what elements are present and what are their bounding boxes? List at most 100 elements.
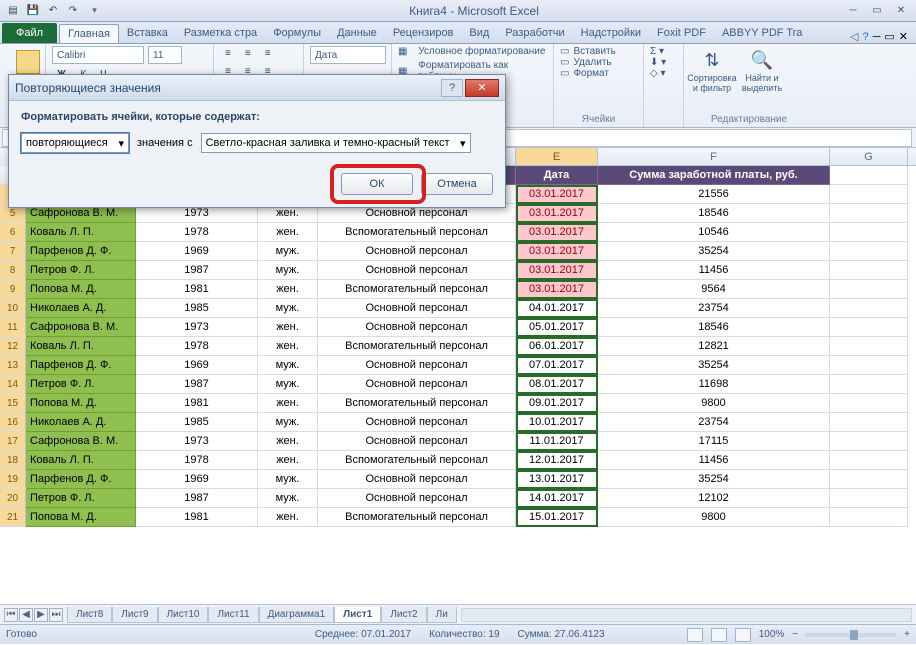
cell[interactable]: жен. (258, 394, 318, 413)
ribbon-tab[interactable]: ABBYY PDF Tra (714, 24, 811, 43)
cell[interactable] (830, 508, 908, 527)
cell[interactable]: 04.01.2017 (516, 299, 598, 318)
cell[interactable] (830, 451, 908, 470)
cell[interactable]: Попова М. Д. (26, 394, 136, 413)
sheet-tab[interactable]: Лист2 (381, 607, 426, 623)
cell[interactable]: жен. (258, 318, 318, 337)
cell[interactable]: 17115 (598, 432, 830, 451)
doc-close-icon[interactable]: ✕ (899, 30, 908, 43)
cell[interactable]: 35254 (598, 356, 830, 375)
cell[interactable]: Основной персонал (318, 299, 516, 318)
dialog-help-icon[interactable]: ? (441, 79, 463, 97)
sheet-nav-next-icon[interactable]: ▶ (34, 608, 48, 622)
cell[interactable]: жен. (258, 508, 318, 527)
align-bot-icon[interactable]: ≡ (260, 46, 276, 61)
cell[interactable] (830, 356, 908, 375)
cell[interactable]: Основной персонал (318, 356, 516, 375)
cell[interactable]: 18546 (598, 318, 830, 337)
cell[interactable]: 1981 (136, 394, 258, 413)
cell[interactable]: Николаев А. Д. (26, 413, 136, 432)
cell[interactable]: 1969 (136, 470, 258, 489)
dialog-format-select[interactable]: Светло-красная заливка и темно-красный т… (201, 133, 471, 153)
cell[interactable]: 06.01.2017 (516, 337, 598, 356)
cell[interactable]: 1973 (136, 432, 258, 451)
find-select-button[interactable]: 🔍 Найти ивыделить (740, 46, 784, 97)
delete-cells-button[interactable]: ▭ Удалить (560, 57, 637, 68)
cell[interactable]: 10546 (598, 223, 830, 242)
cell[interactable] (830, 375, 908, 394)
cell[interactable]: Основной персонал (318, 470, 516, 489)
cell[interactable]: Парфенов Д. Ф. (26, 470, 136, 489)
ribbon-expand-icon[interactable]: ◁ (850, 30, 858, 43)
cell[interactable]: 1985 (136, 299, 258, 318)
doc-restore-icon[interactable]: ▭ (884, 30, 894, 43)
cell[interactable]: 11.01.2017 (516, 432, 598, 451)
cell[interactable]: Основной персонал (318, 413, 516, 432)
row-header[interactable]: 11 (0, 318, 26, 337)
cell[interactable] (830, 318, 908, 337)
insert-cells-button[interactable]: ▭ Вставить (560, 46, 637, 57)
cell[interactable]: 21556 (598, 185, 830, 204)
table-header-cell[interactable]: Сумма заработной платы, руб. (598, 166, 830, 185)
cell[interactable]: Вспомогательный персонал (318, 280, 516, 299)
cell[interactable]: Вспомогательный персонал (318, 394, 516, 413)
ribbon-tab[interactable]: Вид (461, 24, 497, 43)
close-icon[interactable]: ✕ (890, 3, 912, 19)
number-format-combo[interactable]: Дата (310, 46, 386, 64)
cell[interactable]: 1978 (136, 337, 258, 356)
cell[interactable]: 1981 (136, 508, 258, 527)
page-break-view-icon[interactable] (735, 628, 751, 642)
row-header[interactable]: 6 (0, 223, 26, 242)
format-cells-button[interactable]: ▭ Формат (560, 68, 637, 79)
cell[interactable]: Петров Ф. Л. (26, 261, 136, 280)
cell[interactable]: 9800 (598, 394, 830, 413)
cell[interactable]: 05.01.2017 (516, 318, 598, 337)
sheet-tab[interactable]: Лист11 (208, 607, 258, 623)
cell[interactable]: 1969 (136, 356, 258, 375)
cell[interactable]: Основной персонал (318, 489, 516, 508)
align-mid-icon[interactable]: ≡ (240, 46, 256, 61)
cell[interactable] (830, 394, 908, 413)
cell[interactable]: 1985 (136, 413, 258, 432)
row-header[interactable]: 9 (0, 280, 26, 299)
cell[interactable]: Парфенов Д. Ф. (26, 356, 136, 375)
cell[interactable]: муж. (258, 413, 318, 432)
cell[interactable]: Парфенов Д. Ф. (26, 242, 136, 261)
restore-icon[interactable]: ▭ (866, 3, 888, 19)
sheet-tab[interactable]: Диаграмма1 (259, 607, 335, 623)
cell[interactable]: Вспомогательный персонал (318, 508, 516, 527)
table-header-cell[interactable]: Дата (516, 166, 598, 185)
cell[interactable] (830, 299, 908, 318)
cell[interactable]: Основной персонал (318, 242, 516, 261)
cell[interactable] (830, 489, 908, 508)
cell[interactable]: Вспомогательный персонал (318, 337, 516, 356)
cell[interactable]: Вспомогательный персонал (318, 223, 516, 242)
align-top-icon[interactable]: ≡ (220, 46, 236, 61)
cell[interactable]: Сафронова В. М. (26, 432, 136, 451)
cell[interactable]: 10.01.2017 (516, 413, 598, 432)
page-layout-view-icon[interactable] (711, 628, 727, 642)
cell[interactable] (830, 261, 908, 280)
sheet-nav-prev-icon[interactable]: ◀ (19, 608, 33, 622)
row-header[interactable]: 19 (0, 470, 26, 489)
row-header[interactable]: 20 (0, 489, 26, 508)
qat-dropdown-icon[interactable] (84, 2, 102, 20)
cell[interactable]: 03.01.2017 (516, 204, 598, 223)
cell[interactable]: Основной персонал (318, 261, 516, 280)
cell[interactable]: муж. (258, 261, 318, 280)
cell[interactable]: Основной персонал (318, 432, 516, 451)
cell[interactable]: 11698 (598, 375, 830, 394)
zoom-slider[interactable] (806, 633, 896, 637)
cell[interactable]: 23754 (598, 413, 830, 432)
cell[interactable] (830, 166, 908, 185)
normal-view-icon[interactable] (687, 628, 703, 642)
autosum-button[interactable]: Σ ▾ (650, 46, 677, 57)
cell[interactable]: 1987 (136, 375, 258, 394)
sheet-tab[interactable]: Лист8 (67, 607, 112, 623)
sheet-tab[interactable]: Ли (427, 607, 457, 623)
cell[interactable] (830, 432, 908, 451)
cell[interactable] (830, 280, 908, 299)
cell[interactable]: 03.01.2017 (516, 261, 598, 280)
cell[interactable]: 23754 (598, 299, 830, 318)
cell[interactable]: Основной персонал (318, 318, 516, 337)
